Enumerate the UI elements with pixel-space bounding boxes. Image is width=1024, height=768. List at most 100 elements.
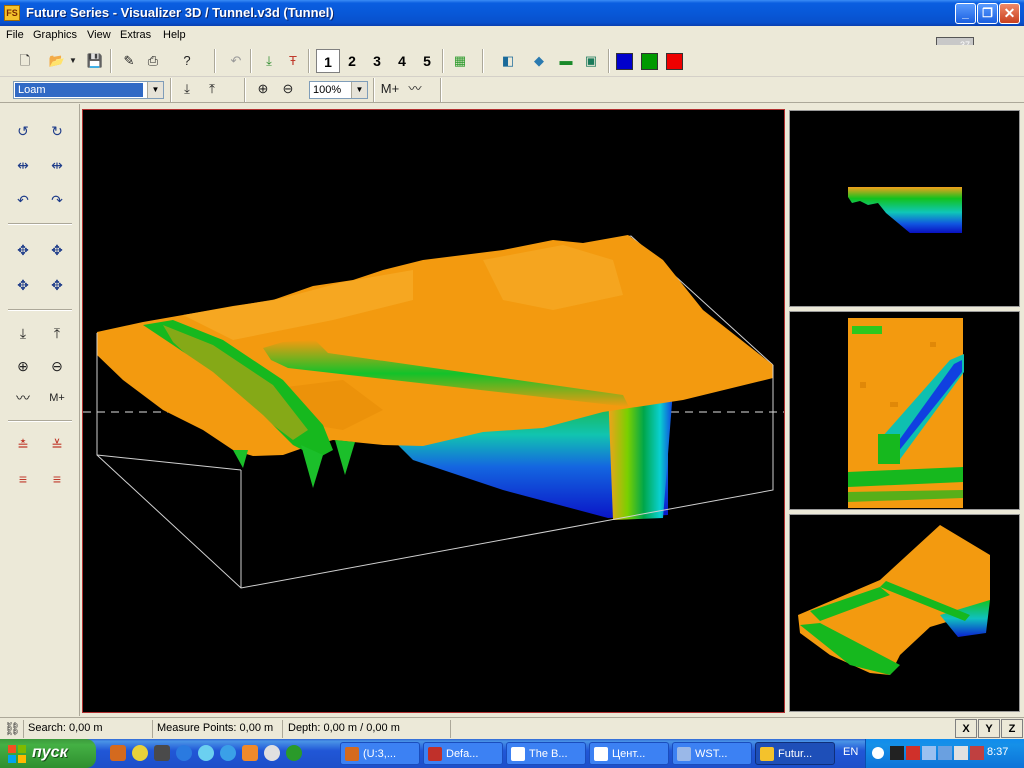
marker-plus-icon[interactable]: M+	[379, 78, 401, 100]
move-up-icon[interactable]: ✥	[12, 274, 34, 296]
marker-minus-icon[interactable]: 〰	[12, 387, 34, 409]
internet-icon[interactable]	[198, 745, 214, 761]
zoom-out-icon[interactable]: ⊖	[277, 78, 299, 100]
rotate-z-right-icon[interactable]: ↷	[46, 189, 68, 211]
zoom-in-icon[interactable]: ⊕	[252, 78, 274, 100]
new-file-icon[interactable]: 🗋	[14, 50, 36, 72]
taskbar-item-active[interactable]: Futur...	[755, 742, 835, 765]
side-view-panel[interactable]	[789, 110, 1020, 307]
depth-up-icon[interactable]: ⤒	[201, 78, 223, 100]
close-button[interactable]: ✕	[999, 3, 1020, 24]
toolbar-separator	[482, 49, 484, 73]
layer-collapse-icon[interactable]: ≚	[46, 434, 68, 456]
axis-x-button[interactable]: X	[955, 719, 977, 738]
menu-graphics[interactable]: Graphics	[33, 29, 77, 41]
color-green-button[interactable]	[641, 53, 658, 70]
taskbar-item[interactable]: The B...	[506, 742, 586, 765]
rotate-z-left-icon[interactable]: ↶	[12, 189, 34, 211]
move-down-icon[interactable]: ✥	[46, 274, 68, 296]
soil-type-select[interactable]: Loam ▼	[13, 81, 164, 99]
menu-view[interactable]: View	[87, 29, 111, 41]
maximize-button[interactable]: ❐	[977, 3, 998, 24]
marker-minus-icon[interactable]: 〰	[404, 78, 426, 100]
help-icon[interactable]: ?	[176, 50, 198, 72]
rotate-x-left-icon[interactable]: ↺	[12, 120, 34, 142]
tray-expand-icon[interactable]	[872, 747, 884, 759]
view-side-icon[interactable]: ▬	[555, 50, 577, 72]
layer-1-button[interactable]: 1	[316, 49, 340, 73]
view-3d-icon[interactable]: ◆	[528, 50, 550, 72]
start-label: пуск	[32, 744, 68, 761]
network-icon[interactable]	[264, 745, 280, 761]
edit-icon[interactable]: ✎	[118, 50, 140, 72]
open-dropdown-icon[interactable]: ▼	[67, 50, 79, 72]
minimize-button[interactable]: _	[955, 3, 976, 24]
browser-icon[interactable]	[176, 745, 192, 761]
zoom-select[interactable]: 100% ▼	[309, 81, 368, 99]
tray-app-icon[interactable]	[906, 746, 920, 760]
print-icon[interactable]: ⎙	[142, 50, 164, 72]
mail-icon[interactable]	[242, 745, 258, 761]
layer-2-button[interactable]: 2	[340, 49, 364, 73]
panel-separator	[8, 420, 72, 422]
media-player-icon[interactable]	[132, 745, 148, 761]
language-indicator[interactable]: EN	[843, 746, 858, 758]
taskbar-item[interactable]: (U:3,...	[340, 742, 420, 765]
view-color-icon[interactable]: ▣	[580, 50, 602, 72]
perspective-view-panel[interactable]	[789, 514, 1020, 712]
quicklaunch-tool-icon[interactable]	[154, 745, 170, 761]
view-top-icon[interactable]: ◧	[497, 50, 519, 72]
top-view-panel[interactable]	[789, 311, 1020, 510]
menu-extras[interactable]: Extras	[120, 29, 151, 41]
taskbar-item[interactable]: WST...	[672, 742, 752, 765]
tray-monitor-icon[interactable]	[890, 746, 904, 760]
quicklaunch-app-icon[interactable]	[110, 745, 126, 761]
tray-volume-icon[interactable]	[954, 746, 968, 760]
chevron-down-icon[interactable]: ▼	[351, 82, 367, 98]
chevron-down-icon[interactable]: ▼	[147, 82, 163, 98]
layer-5-button[interactable]: 5	[415, 49, 439, 73]
start-button[interactable]: пуск	[0, 739, 96, 768]
open-folder-icon[interactable]: 📂	[46, 50, 68, 72]
color-blue-button[interactable]	[616, 53, 633, 70]
save-icon[interactable]: 💾	[84, 50, 106, 72]
move-left-icon[interactable]: ✥	[12, 239, 34, 261]
grid-icon[interactable]: ▦	[449, 50, 471, 72]
axis-y-button[interactable]: Y	[978, 719, 1000, 738]
menu-file[interactable]: File	[6, 29, 24, 41]
axis-z-button[interactable]: Z	[1001, 719, 1023, 738]
tray-security-icon[interactable]	[970, 746, 984, 760]
status-separator	[23, 720, 24, 738]
layer-shift-down-icon[interactable]: ≡	[46, 468, 68, 490]
zoom-out-icon[interactable]: ⊖	[46, 355, 68, 377]
taskbar-item[interactable]: Цент...	[589, 742, 669, 765]
undo-icon[interactable]: ↶	[225, 50, 247, 72]
link-icon: ⛓	[4, 721, 21, 736]
marker-plus-icon[interactable]: M+	[46, 387, 68, 409]
layer-shift-up-icon[interactable]: ≡	[12, 468, 34, 490]
menu-help[interactable]: Help	[163, 29, 186, 41]
taskbar-item[interactable]: Defa...	[423, 742, 503, 765]
rotate-y-left-icon[interactable]: ⇹	[12, 154, 34, 176]
rotate-y-right-icon[interactable]: ⇹	[46, 154, 68, 176]
layer-expand-icon[interactable]: ≛	[12, 434, 34, 456]
depth-down-icon[interactable]: ⤓	[12, 322, 34, 344]
clock[interactable]: 8:37	[987, 746, 1008, 758]
rotate-x-right-icon[interactable]: ↻	[46, 120, 68, 142]
color-red-button[interactable]	[666, 53, 683, 70]
marker-add-icon[interactable]: ⤓	[258, 50, 280, 72]
marker-tool-icon[interactable]: Ŧ	[282, 50, 304, 72]
soil-type-value: Loam	[15, 83, 143, 97]
layer-4-button[interactable]: 4	[390, 49, 414, 73]
zoom-in-icon[interactable]: ⊕	[12, 355, 34, 377]
layer-3-button[interactable]: 3	[365, 49, 389, 73]
tray-network-icon[interactable]	[922, 746, 936, 760]
search-icon[interactable]	[220, 745, 236, 761]
main-3d-viewport[interactable]	[82, 109, 785, 713]
task-app-icon	[428, 747, 442, 761]
depth-down-icon[interactable]: ⤓	[176, 78, 198, 100]
globe-icon[interactable]	[286, 745, 302, 761]
move-right-icon[interactable]: ✥	[46, 239, 68, 261]
depth-up-icon[interactable]: ⤒	[46, 322, 68, 344]
tray-network-icon[interactable]	[938, 746, 952, 760]
